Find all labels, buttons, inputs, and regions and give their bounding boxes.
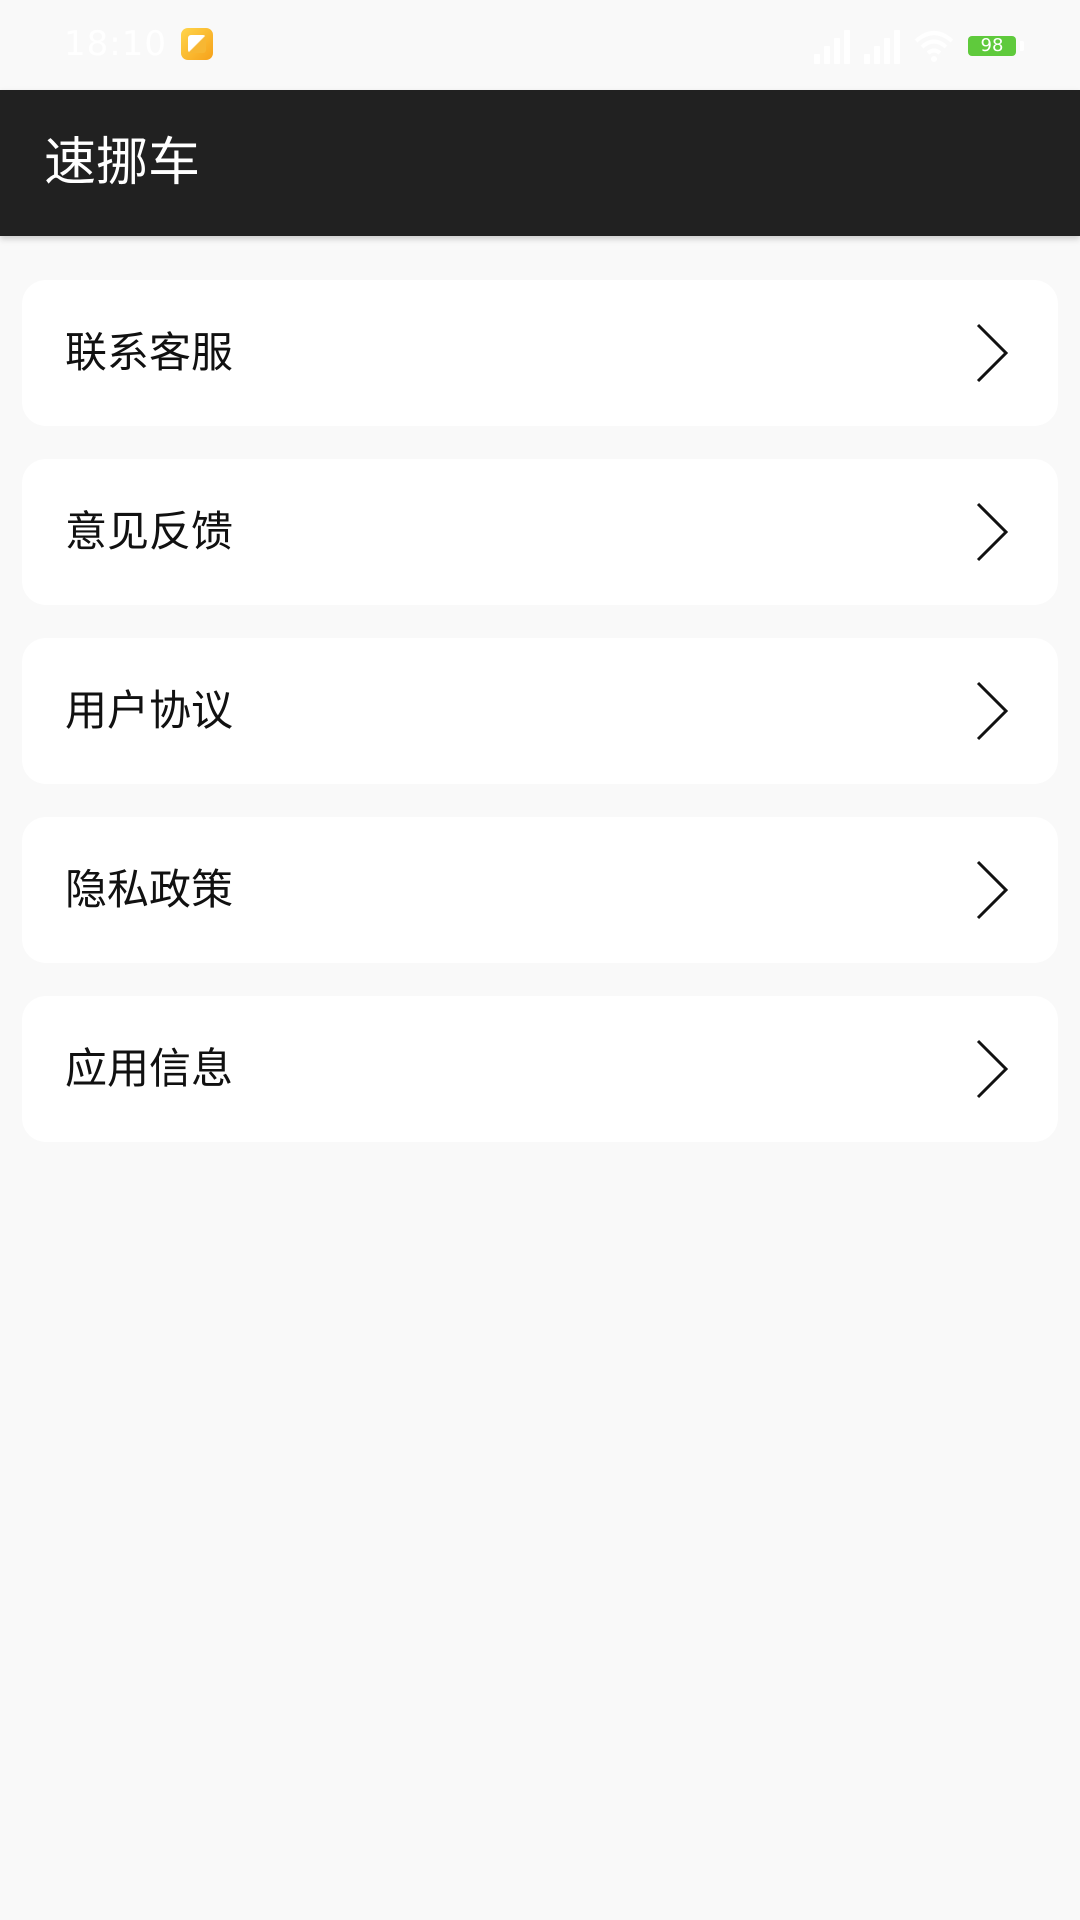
status-right: 98 — [814, 26, 1024, 66]
signal-icon-secondary — [864, 28, 900, 64]
wifi-icon — [914, 31, 954, 62]
status-left: 18:10 — [64, 22, 213, 66]
chevron-right-icon — [976, 502, 1009, 562]
battery-tip — [1020, 41, 1024, 51]
menu-item-feedback[interactable]: 意见反馈 — [22, 459, 1058, 605]
chevron-right-icon — [976, 1039, 1009, 1099]
menu-item-privacy-policy[interactable]: 隐私政策 — [22, 817, 1058, 963]
status-time: 18:10 — [64, 24, 167, 64]
menu-item-label: 意见反馈 — [65, 507, 234, 556]
page-title: 速挪车 — [44, 133, 201, 193]
signal-icon — [814, 28, 850, 64]
app-bar: 速挪车 — [0, 90, 1080, 236]
menu-item-label: 用户协议 — [65, 686, 234, 735]
menu-item-label: 隐私政策 — [65, 865, 234, 914]
menu-item-contact-support[interactable]: 联系客服 — [22, 280, 1058, 426]
menu-item-app-info[interactable]: 应用信息 — [22, 996, 1058, 1142]
settings-menu: 联系客服 意见反馈 用户协议 隐私政策 应用信息 — [22, 280, 1058, 1175]
status-bar: 18:10 98 — [0, 0, 1080, 90]
battery-icon: 98 — [968, 36, 1016, 56]
chevron-right-icon — [976, 323, 1009, 383]
app-notification-icon — [180, 28, 213, 60]
menu-item-label: 应用信息 — [65, 1044, 234, 1093]
chevron-right-icon — [976, 860, 1009, 920]
battery-level: 98 — [980, 35, 1004, 56]
menu-item-user-agreement[interactable]: 用户协议 — [22, 638, 1058, 784]
chevron-right-icon — [976, 681, 1009, 741]
menu-item-label: 联系客服 — [65, 328, 234, 377]
